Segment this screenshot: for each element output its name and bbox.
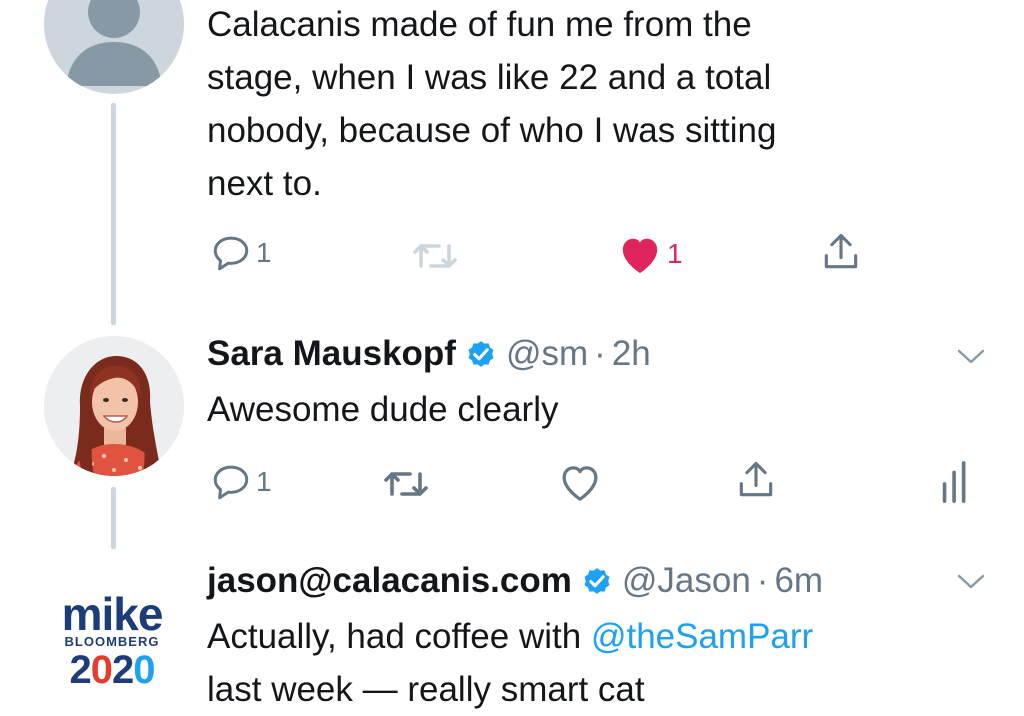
- like-count: 1: [667, 238, 683, 269]
- verified-badge-icon: [464, 337, 498, 371]
- retweet-icon: [384, 472, 428, 496]
- sara-avatar-photo: [44, 336, 184, 476]
- logo-year-digit: 2: [69, 648, 92, 692]
- heart-outline-icon: [562, 466, 598, 501]
- retweet-icon-disabled: [413, 244, 457, 268]
- analytics-button[interactable]: [940, 460, 972, 504]
- tweet-header: jason@calacanis.com @Jason · 6m: [207, 558, 823, 604]
- chevron-down-icon[interactable]: [956, 572, 986, 592]
- chevron-down-icon[interactable]: [956, 347, 986, 367]
- reply-icon: [213, 465, 249, 500]
- logo-mike-text: mike: [61, 588, 164, 640]
- separator-dot: ·: [756, 561, 769, 600]
- tweet-text-line: nobody, because of who I was sitting: [207, 111, 777, 150]
- thread-line: [111, 103, 116, 325]
- share-icon: [739, 461, 773, 497]
- sara-avatar[interactable]: [44, 336, 184, 476]
- display-name[interactable]: jason@calacanis.com: [207, 561, 572, 601]
- analytics-icon: [942, 461, 966, 503]
- tweet-text-line: Calacanis made of fun me from the: [207, 5, 752, 44]
- tweet-header: Sara Mauskopf @sm · 2h: [207, 331, 651, 377]
- retweet-button[interactable]: [382, 462, 430, 506]
- display-name[interactable]: Sara Mauskopf: [207, 334, 456, 374]
- reply-count: 1: [256, 237, 272, 268]
- mike-bloomberg-2020-logo[interactable]: mike BLOOMBERG 2020: [50, 588, 174, 690]
- default-avatar[interactable]: [44, 0, 184, 94]
- reply-count: 1: [256, 466, 272, 497]
- like-button[interactable]: [557, 460, 603, 504]
- share-button[interactable]: [818, 230, 864, 274]
- mention-link[interactable]: @theSamParr: [591, 617, 813, 656]
- user-handle[interactable]: @sm: [506, 334, 588, 374]
- tweet-text: Actually, had coffee with: [207, 617, 591, 656]
- logo-year-digit: 0: [90, 648, 113, 692]
- share-icon: [824, 233, 858, 269]
- tweet-text-line: next to.: [207, 164, 322, 203]
- logo-year-digit: 0: [133, 648, 155, 692]
- timestamp[interactable]: 2h: [612, 334, 651, 374]
- heart-filled-icon: [622, 238, 658, 274]
- thread-line: [111, 487, 116, 549]
- tweet-text-line: stage, when I was like 22 and a total: [207, 58, 772, 97]
- user-handle[interactable]: @Jason: [622, 561, 751, 601]
- timestamp[interactable]: 6m: [774, 561, 823, 601]
- reply-button[interactable]: 1: [210, 231, 272, 275]
- like-button[interactable]: 1: [617, 232, 683, 276]
- separator-dot: ·: [594, 334, 606, 373]
- logo-year-digit: 2: [112, 648, 134, 692]
- tweet-text: Awesome dude clearly: [207, 390, 559, 429]
- logo-year-text: 2020: [50, 650, 174, 690]
- retweet-button[interactable]: [411, 234, 459, 278]
- reply-button[interactable]: 1: [210, 460, 272, 504]
- default-avatar-icon: [66, 0, 162, 86]
- tweet-text-line: Actually, had coffee with @theSamParr: [207, 610, 813, 663]
- tweet-text-line: last week — really smart cat: [207, 670, 645, 709]
- share-button[interactable]: [733, 458, 779, 502]
- reply-icon: [213, 236, 249, 271]
- verified-badge-icon: [580, 564, 614, 598]
